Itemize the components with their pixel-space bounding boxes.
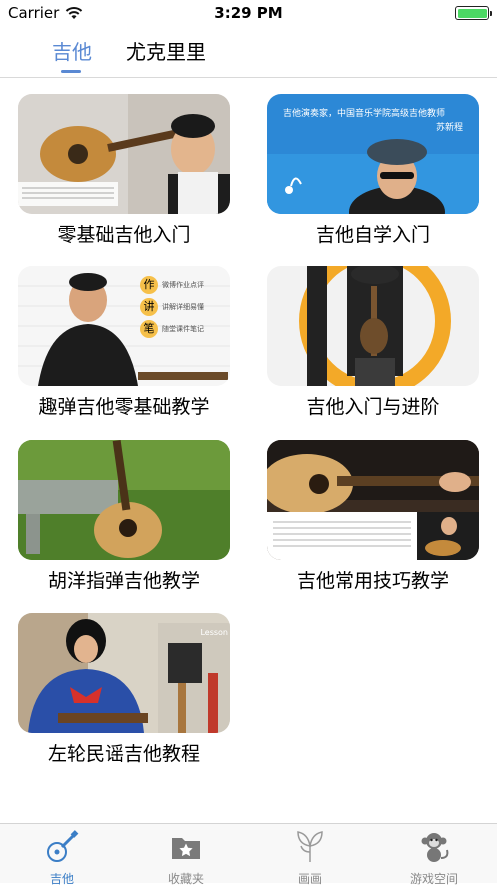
course-title: 吉他入门与进阶 xyxy=(267,392,479,419)
course-thumbnail xyxy=(267,266,479,386)
course-thumbnail xyxy=(18,440,230,560)
course-card[interactable]: 吉他常用技巧教学 xyxy=(267,440,479,593)
tab-guitar[interactable]: 吉他 xyxy=(52,36,92,65)
feature-badges: 作 微博作业点评 讲 讲解详细易懂 笔 随堂课件笔记 xyxy=(140,274,228,340)
status-bar: Carrier 3:29 PM xyxy=(0,0,497,26)
course-title: 零基础吉他入门 xyxy=(18,220,230,247)
tab-indicator xyxy=(61,70,81,73)
badge-char: 作 xyxy=(140,276,158,294)
clock: 3:29 PM xyxy=(0,4,497,22)
course-thumbnail xyxy=(18,94,230,214)
bottom-tab-label: 吉他 xyxy=(22,870,102,887)
course-card[interactable]: 作 微博作业点评 讲 讲解详细易懂 笔 随堂课件笔记 趣弹吉他零基础教学 xyxy=(18,266,230,419)
course-thumbnail: 吉他演奏家，中国音乐学院高级吉他教师 苏新程 xyxy=(267,94,479,214)
monkey-icon xyxy=(417,830,451,864)
bottom-tab-label: 游戏空间 xyxy=(394,870,474,887)
thumb-caption-name: 苏新程 xyxy=(436,120,463,133)
badge-char: 笔 xyxy=(140,320,158,338)
course-card[interactable]: 胡洋指弹吉他教学 xyxy=(18,440,230,593)
star-folder-icon xyxy=(169,830,203,864)
palette-icon xyxy=(293,830,327,864)
tab-ukulele[interactable]: 尤克里里 xyxy=(126,36,206,65)
course-thumbnail xyxy=(267,440,479,560)
course-title: 胡洋指弹吉他教学 xyxy=(18,566,230,593)
badge-char: 讲 xyxy=(140,298,158,316)
course-thumbnail: Lesson xyxy=(18,613,230,733)
guitar-icon xyxy=(45,830,79,864)
bottom-tab-games[interactable]: 游戏空间 xyxy=(394,830,474,887)
top-tab-bar: 吉他 尤克里里 xyxy=(0,30,497,76)
bottom-tab-label: 画画 xyxy=(270,870,350,887)
badge-text: 随堂课件笔记 xyxy=(162,324,204,334)
thumb-caption: Lesson xyxy=(200,628,228,637)
battery-icon xyxy=(455,6,489,20)
course-thumbnail: 作 微博作业点评 讲 讲解详细易懂 笔 随堂课件笔记 xyxy=(18,266,230,386)
thumb-caption: 吉他演奏家，中国音乐学院高级吉他教师 xyxy=(283,106,445,119)
badge-text: 讲解详细易懂 xyxy=(162,302,204,312)
course-title: 趣弹吉他零基础教学 xyxy=(18,392,230,419)
course-card[interactable]: Lesson 左轮民谣吉他教程 xyxy=(18,613,230,766)
badge-text: 微博作业点评 xyxy=(162,280,204,290)
course-title: 吉他常用技巧教学 xyxy=(267,566,479,593)
bottom-tab-label: 收藏夹 xyxy=(146,870,226,887)
header-divider xyxy=(0,77,497,78)
bottom-tab-bar: 吉他 收藏夹 画画 游戏空间 xyxy=(0,823,497,883)
course-title: 左轮民谣吉他教程 xyxy=(18,739,230,766)
course-card[interactable]: 吉他演奏家，中国音乐学院高级吉他教师 苏新程 吉他自学入门 xyxy=(267,94,479,247)
course-card[interactable]: 零基础吉他入门 xyxy=(18,94,230,247)
bottom-tab-drawing[interactable]: 画画 xyxy=(270,830,350,887)
course-card[interactable]: 吉他入门与进阶 xyxy=(267,266,479,419)
bottom-tab-guitar[interactable]: 吉他 xyxy=(22,830,102,887)
bottom-tab-favorites[interactable]: 收藏夹 xyxy=(146,830,226,887)
course-title: 吉他自学入门 xyxy=(267,220,479,247)
